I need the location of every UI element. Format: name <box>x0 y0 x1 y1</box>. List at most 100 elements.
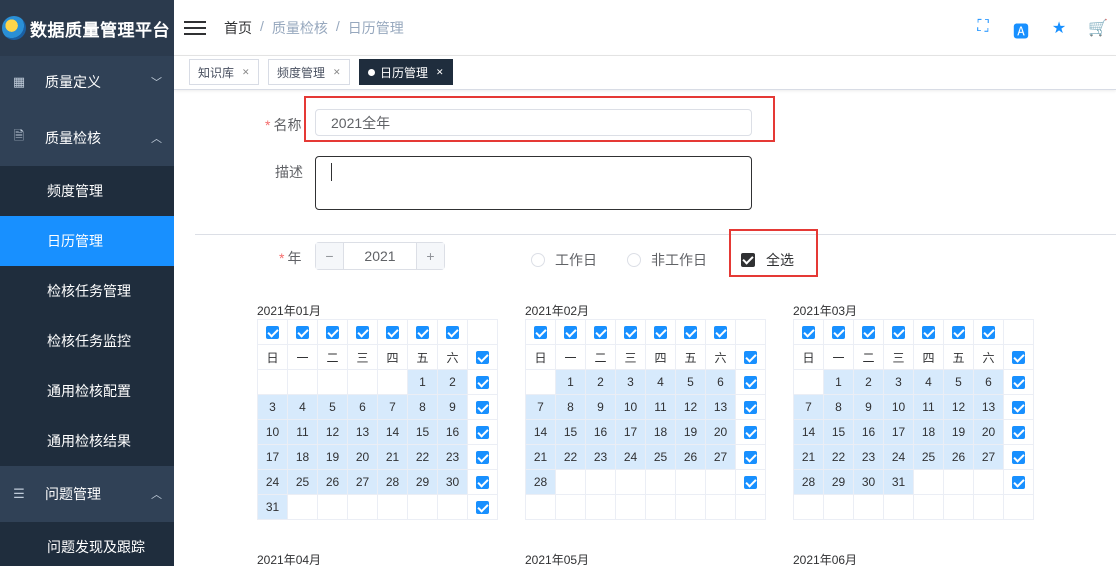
day-cell[interactable]: 16 <box>854 420 884 445</box>
sidebar-item-issue-tracking[interactable]: 问题发现及跟踪 <box>0 522 174 566</box>
weekday-checkbox[interactable] <box>556 320 586 345</box>
day-cell[interactable]: 21 <box>378 445 408 470</box>
week-checkbox[interactable] <box>468 445 498 470</box>
fullscreen-icon[interactable]: ⛶ <box>974 18 992 42</box>
weekday-checkbox[interactable] <box>526 320 556 345</box>
day-cell[interactable]: 9 <box>586 395 616 420</box>
weekday-checkbox[interactable] <box>378 320 408 345</box>
day-cell[interactable]: 24 <box>884 445 914 470</box>
menu-quality-check[interactable]: 🗎 质量检核 ︿ <box>0 113 174 163</box>
day-cell[interactable]: 21 <box>794 445 824 470</box>
day-cell[interactable]: 17 <box>616 420 646 445</box>
day-cell[interactable]: 1 <box>824 370 854 395</box>
day-cell[interactable]: 14 <box>378 420 408 445</box>
week-checkbox[interactable] <box>736 395 766 420</box>
weekday-checkbox[interactable] <box>348 320 378 345</box>
week-checkbox[interactable] <box>736 445 766 470</box>
day-cell[interactable]: 10 <box>258 420 288 445</box>
week-checkbox[interactable] <box>1004 445 1034 470</box>
radio-nonworkday[interactable]: 非工作日 <box>627 250 707 270</box>
day-cell[interactable]: 6 <box>974 370 1004 395</box>
day-cell[interactable]: 26 <box>676 445 706 470</box>
weekday-checkbox[interactable] <box>438 320 468 345</box>
weekday-checkbox[interactable] <box>288 320 318 345</box>
day-cell[interactable]: 6 <box>348 395 378 420</box>
day-cell[interactable]: 24 <box>616 445 646 470</box>
day-cell[interactable]: 15 <box>556 420 586 445</box>
day-cell[interactable]: 5 <box>944 370 974 395</box>
day-cell[interactable]: 22 <box>824 445 854 470</box>
year-value[interactable]: 2021 <box>344 243 416 269</box>
day-cell[interactable]: 4 <box>646 370 676 395</box>
day-cell[interactable]: 7 <box>526 395 556 420</box>
day-cell[interactable]: 31 <box>258 495 288 520</box>
week-checkbox[interactable] <box>1004 395 1034 420</box>
weekday-checkbox[interactable] <box>646 320 676 345</box>
day-cell[interactable]: 31 <box>884 470 914 495</box>
day-cell[interactable]: 23 <box>586 445 616 470</box>
day-cell[interactable]: 29 <box>824 470 854 495</box>
day-cell[interactable]: 13 <box>706 395 736 420</box>
day-cell[interactable]: 19 <box>318 445 348 470</box>
day-cell[interactable]: 8 <box>408 395 438 420</box>
weekday-checkbox[interactable] <box>944 320 974 345</box>
day-cell[interactable]: 14 <box>794 420 824 445</box>
sidebar-item-task-management[interactable]: 检核任务管理 <box>0 266 174 316</box>
day-cell[interactable]: 20 <box>706 420 736 445</box>
day-cell[interactable]: 28 <box>378 470 408 495</box>
day-cell[interactable]: 7 <box>794 395 824 420</box>
day-cell[interactable]: 15 <box>408 420 438 445</box>
day-cell[interactable]: 11 <box>914 395 944 420</box>
day-cell[interactable]: 18 <box>646 420 676 445</box>
day-cell[interactable]: 2 <box>854 370 884 395</box>
day-cell[interactable]: 8 <box>556 395 586 420</box>
day-cell[interactable]: 25 <box>646 445 676 470</box>
day-cell[interactable]: 20 <box>348 445 378 470</box>
sidebar-item-general-config[interactable]: 通用检核配置 <box>0 366 174 416</box>
week-checkbox[interactable] <box>468 395 498 420</box>
day-cell[interactable]: 23 <box>438 445 468 470</box>
day-cell[interactable]: 5 <box>676 370 706 395</box>
day-cell[interactable]: 27 <box>974 445 1004 470</box>
weekday-checkbox[interactable] <box>616 320 646 345</box>
day-cell[interactable]: 2 <box>586 370 616 395</box>
row-checkbox[interactable] <box>468 345 498 370</box>
day-cell[interactable]: 19 <box>676 420 706 445</box>
weekday-checkbox[interactable] <box>676 320 706 345</box>
day-cell[interactable]: 27 <box>348 470 378 495</box>
star-icon[interactable]: ★ <box>1050 18 1068 42</box>
day-cell[interactable]: 22 <box>408 445 438 470</box>
weekday-checkbox[interactable] <box>854 320 884 345</box>
menu-quality-definition[interactable]: ▦ 质量定义 ﹀ <box>0 57 174 107</box>
day-cell[interactable]: 5 <box>318 395 348 420</box>
cart-icon[interactable]: 🛒 <box>1088 18 1108 42</box>
weekday-checkbox[interactable] <box>258 320 288 345</box>
radio-workday[interactable]: 工作日 <box>531 250 597 270</box>
week-checkbox[interactable] <box>1004 470 1034 495</box>
day-cell[interactable]: 24 <box>258 470 288 495</box>
day-cell[interactable]: 9 <box>854 395 884 420</box>
weekday-checkbox[interactable] <box>408 320 438 345</box>
row-checkbox[interactable] <box>1004 345 1034 370</box>
day-cell[interactable]: 30 <box>854 470 884 495</box>
day-cell[interactable]: 16 <box>586 420 616 445</box>
day-cell[interactable]: 20 <box>974 420 1004 445</box>
day-cell[interactable]: 17 <box>884 420 914 445</box>
sidebar-item-frequency[interactable]: 频度管理 <box>0 166 174 216</box>
translate-icon[interactable]: 🅰 <box>1012 18 1030 42</box>
weekday-checkbox[interactable] <box>794 320 824 345</box>
day-cell[interactable]: 12 <box>318 420 348 445</box>
day-cell[interactable]: 12 <box>944 395 974 420</box>
day-cell[interactable]: 7 <box>378 395 408 420</box>
day-cell[interactable]: 13 <box>974 395 1004 420</box>
day-cell[interactable]: 30 <box>438 470 468 495</box>
weekday-checkbox[interactable] <box>586 320 616 345</box>
weekday-checkbox[interactable] <box>318 320 348 345</box>
day-cell[interactable]: 1 <box>408 370 438 395</box>
day-cell[interactable]: 25 <box>914 445 944 470</box>
day-cell[interactable]: 28 <box>794 470 824 495</box>
day-cell[interactable]: 26 <box>944 445 974 470</box>
day-cell[interactable]: 3 <box>884 370 914 395</box>
tag-frequency[interactable]: 频度管理 ✕ <box>268 59 350 85</box>
day-cell[interactable]: 25 <box>288 470 318 495</box>
